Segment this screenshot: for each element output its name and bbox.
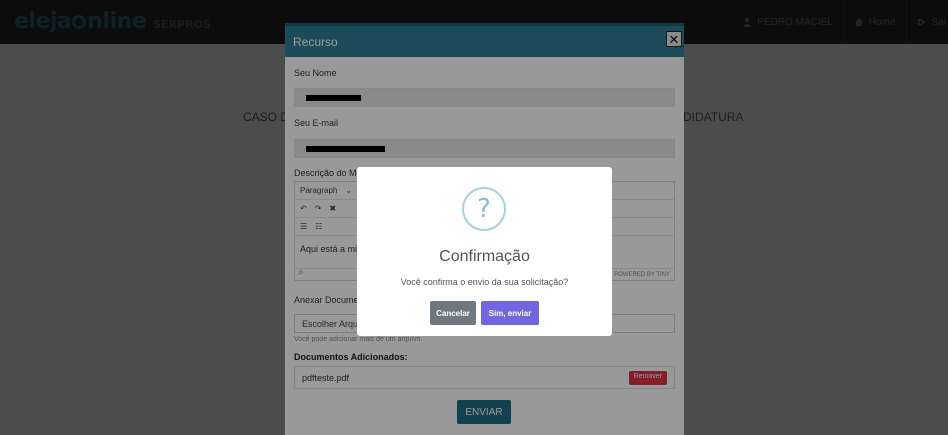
confirm-button[interactable]: Sim, enviar — [481, 301, 539, 325]
question-icon: ? — [462, 187, 506, 231]
confirm-text: Você confirma o envio da sua solicitação… — [400, 277, 569, 287]
confirm-title: Confirmação — [439, 248, 530, 265]
cancel-button[interactable]: Cancelar — [430, 301, 476, 325]
confirm-dialog: ? Confirmação Você confirma o envio da s… — [357, 167, 612, 336]
